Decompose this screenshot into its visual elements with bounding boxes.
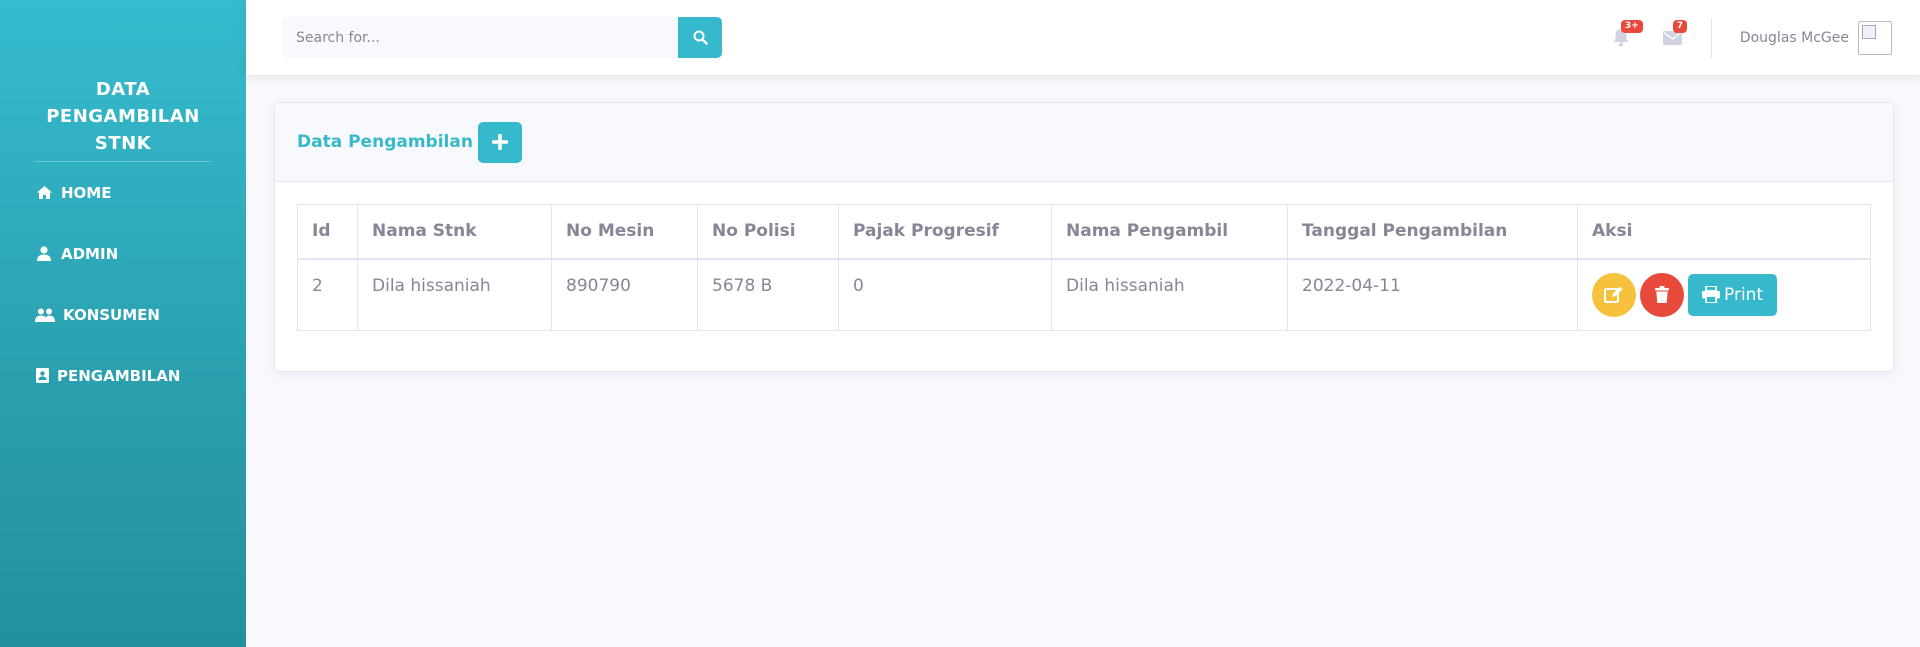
messages-toggle[interactable]: 7 [1661, 19, 1688, 50]
trash-icon [1655, 286, 1669, 304]
sidebar: DATA PENGAMBILAN STNK HOME ADMIN KONSUME… [0, 0, 246, 647]
main-area: 3+ 7 Douglas McGee Data Pengambilan [246, 0, 1920, 647]
user-name[interactable]: Douglas McGee [1740, 30, 1849, 46]
cell-no-mesin: 890790 [551, 258, 698, 331]
delete-button[interactable] [1640, 272, 1684, 317]
sidebar-item-admin[interactable]: ADMIN [0, 223, 246, 284]
search-icon [693, 30, 708, 45]
print-button[interactable]: Print [1688, 273, 1778, 316]
data-table: Id Nama Stnk No Mesin No Polisi Pajak Pr… [297, 204, 1871, 331]
envelope-icon [1663, 30, 1683, 45]
topbar-right: 3+ 7 Douglas McGee [1581, 0, 1892, 75]
cell-pajak-progresif: 0 [838, 258, 1052, 331]
page-content: Data Pengambilan Id Nama Stnk No Mesin N… [246, 75, 1920, 372]
topbar: 3+ 7 Douglas McGee [246, 0, 1920, 75]
messages-badge: 7 [1672, 19, 1688, 33]
home-icon [35, 185, 53, 201]
print-icon [1702, 286, 1720, 304]
sidebar-item-label: HOME [61, 183, 112, 202]
user-icon [35, 246, 53, 262]
col-header-no-mesin: No Mesin [551, 204, 698, 260]
data-card: Data Pengambilan Id Nama Stnk No Mesin N… [274, 102, 1894, 372]
table-header-row: Id Nama Stnk No Mesin No Polisi Pajak Pr… [297, 204, 1871, 260]
sidebar-item-pengambilan[interactable]: PENGAMBILAN [0, 345, 246, 406]
cell-nama-stnk: Dila hissaniah [357, 258, 552, 331]
action-group: Print [1592, 272, 1856, 317]
alerts-badge: 3+ [1620, 19, 1643, 33]
cell-no-polisi: 5678 B [697, 258, 839, 331]
topbar-divider [1710, 17, 1712, 58]
search-form [282, 17, 722, 58]
cell-aksi: Print [1577, 258, 1871, 331]
col-header-nama-pengambil: Nama Pengambil [1051, 204, 1288, 260]
sidebar-item-label: KONSUMEN [63, 305, 160, 324]
alerts-toggle[interactable]: 3+ [1609, 19, 1643, 50]
cell-nama-pengambil: Dila hissaniah [1051, 258, 1288, 331]
col-header-pajak-progresif: Pajak Progresif [838, 204, 1052, 260]
cell-id: 2 [297, 258, 358, 331]
users-icon [35, 307, 55, 323]
col-header-aksi: Aksi [1577, 204, 1871, 260]
col-header-tanggal-pengambilan: Tanggal Pengambilan [1287, 204, 1578, 260]
card-body: Id Nama Stnk No Mesin No Polisi Pajak Pr… [275, 182, 1893, 371]
col-header-no-polisi: No Polisi [697, 204, 839, 260]
col-header-id: Id [297, 204, 358, 260]
avatar[interactable] [1858, 20, 1892, 55]
sidebar-brand[interactable]: DATA PENGAMBILAN STNK [0, 76, 246, 157]
sidebar-item-home[interactable]: HOME [0, 162, 246, 223]
cell-tanggal-pengambilan: 2022-04-11 [1287, 258, 1578, 331]
table-row: 2 Dila hissaniah 890790 5678 B 0 Dila hi… [297, 258, 1871, 331]
add-button[interactable] [477, 121, 522, 163]
sidebar-item-label: ADMIN [61, 244, 119, 263]
card-header: Data Pengambilan [275, 103, 1893, 182]
sidebar-item-label: PENGAMBILAN [57, 366, 181, 385]
print-label: Print [1724, 284, 1764, 305]
edit-icon [1604, 286, 1623, 303]
address-book-icon [35, 368, 49, 384]
plus-icon [491, 134, 508, 150]
search-input[interactable] [282, 17, 678, 58]
search-button[interactable] [678, 17, 722, 58]
col-header-nama-stnk: Nama Stnk [357, 204, 552, 260]
sidebar-item-konsumen[interactable]: KONSUMEN [0, 284, 246, 345]
edit-button[interactable] [1592, 272, 1636, 317]
card-title: Data Pengambilan [297, 132, 473, 152]
